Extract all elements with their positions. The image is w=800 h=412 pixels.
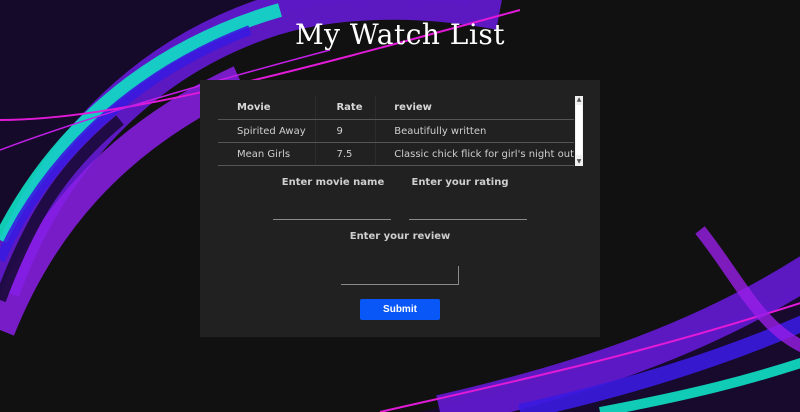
table-header-row: Movie Rate review	[218, 96, 574, 120]
table-row: Mean Girls 7.5 Classic chick flick for g…	[218, 142, 574, 166]
table-scrollbar[interactable]: ▲ ▼	[575, 96, 583, 166]
movie-name-input[interactable]	[273, 201, 391, 220]
column-header-review: review	[375, 96, 574, 120]
movie-cell: Mean Girls	[218, 142, 316, 166]
movie-table: Movie Rate review Spirited Away 9 Beauti…	[218, 96, 574, 166]
review-label: Enter your review	[349, 231, 451, 242]
scroll-thumb[interactable]	[576, 105, 582, 155]
movie-name-label: Enter movie name	[281, 177, 385, 188]
page-title: My Watch List	[295, 18, 505, 51]
movie-table-container[interactable]: Movie Rate review Spirited Away 9 Beauti…	[218, 96, 584, 166]
watch-list-panel: Movie Rate review Spirited Away 9 Beauti…	[200, 80, 600, 337]
review-textarea[interactable]	[341, 266, 459, 285]
scroll-down-arrow-icon[interactable]: ▼	[575, 158, 583, 166]
review-cell: Classic chick flick for girl's night out	[375, 142, 574, 166]
rate-cell: 7.5	[315, 142, 376, 166]
rating-input[interactable]	[409, 201, 527, 220]
rating-label: Enter your rating	[411, 177, 509, 188]
movie-cell: Spirited Away	[218, 119, 316, 143]
column-header-movie: Movie	[218, 96, 316, 120]
scroll-up-arrow-icon[interactable]: ▲	[575, 96, 583, 104]
table-row: Spirited Away 9 Beautifully written	[218, 119, 574, 143]
column-header-rate: Rate	[315, 96, 376, 120]
rate-cell: 9	[315, 119, 376, 143]
review-cell: Beautifully written	[375, 119, 574, 143]
submit-button[interactable]: Submit	[360, 299, 440, 320]
